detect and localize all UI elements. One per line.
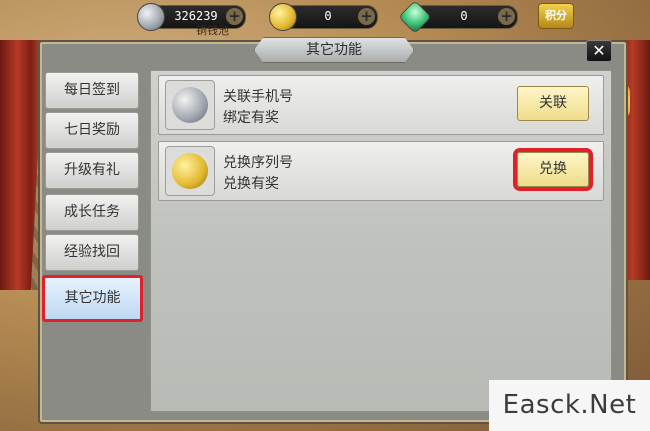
tab-level-up-gift[interactable]: 升级有礼: [45, 152, 139, 189]
gold-amount: 0: [324, 9, 332, 23]
row-subtitle: 兑换有奖: [223, 176, 279, 192]
tab-growth-tasks[interactable]: 成长任务: [45, 194, 139, 231]
list-item-redeem-code: 兑换序列号 兑换有奖 兑换: [158, 141, 604, 201]
gold-coin-icon: [269, 3, 297, 31]
jade-resource: 0 +: [398, 0, 518, 34]
silver-amount: 326239: [174, 9, 218, 23]
resource-bar: 326239 + 0 + 0 + 积分 铜钱池: [0, 0, 650, 37]
add-gold-button[interactable]: +: [358, 8, 375, 25]
silver-coin-icon: [137, 3, 165, 31]
jade-gem-icon: [398, 0, 432, 34]
silver-resource: 326239 +: [137, 3, 246, 31]
gold-coin-icon: [172, 153, 208, 189]
row-title: 兑换序列号: [223, 155, 293, 171]
redeem-button[interactable]: 兑换: [517, 152, 589, 187]
close-button[interactable]: ✕: [586, 40, 612, 62]
tab-exp-recovery[interactable]: 经验找回: [45, 234, 139, 271]
jade-amount: 0: [460, 9, 468, 23]
window-title: 其它功能: [254, 37, 414, 63]
score-button[interactable]: 积分: [538, 3, 574, 29]
row-title: 关联手机号: [223, 89, 293, 105]
gold-resource: 0 +: [269, 3, 378, 31]
watermark: Easck.Net: [489, 380, 650, 431]
link-button[interactable]: 关联: [517, 86, 589, 121]
row-subtitle: 绑定有奖: [223, 110, 279, 126]
content-panel: 关联手机号 绑定有奖 关联 兑换序列号 兑换有奖 兑换: [150, 70, 612, 412]
list-item-link-phone: 关联手机号 绑定有奖 关联: [158, 75, 604, 135]
tab-daily-checkin[interactable]: 每日签到: [45, 72, 139, 109]
background-label: 铜钱池: [196, 24, 229, 37]
silver-coin-icon: [172, 87, 208, 123]
coin-frame: [165, 80, 215, 130]
tab-other-functions[interactable]: 其它功能: [42, 275, 143, 322]
coin-frame: [165, 146, 215, 196]
tab-seven-day-reward[interactable]: 七日奖励: [45, 112, 139, 149]
add-jade-button[interactable]: +: [498, 8, 515, 25]
